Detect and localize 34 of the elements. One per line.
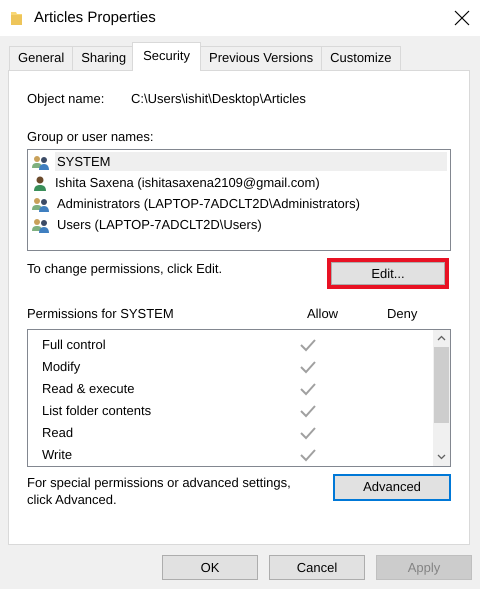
advanced-button[interactable]: Advanced (333, 474, 451, 500)
permission-name: Read & execute (41, 380, 136, 398)
dialog-button[interactable]: Cancel (269, 555, 365, 580)
tab[interactable]: General (9, 46, 74, 70)
object-name-value: C:\Users\ishit\Desktop\Articles (131, 90, 306, 108)
permissions-label: Permissions for SYSTEM (27, 305, 175, 323)
tab[interactable]: Customize (321, 46, 401, 70)
user-group-icon (32, 154, 50, 170)
tab[interactable]: Security (132, 42, 202, 71)
user-item[interactable]: SYSTEM (55, 152, 447, 172)
column-header: Allow (307, 305, 340, 323)
permission-name: Full control (41, 336, 107, 354)
user-icon (32, 174, 48, 190)
scroll-up-icon[interactable] (437, 335, 446, 341)
change-hint: To change permissions, click Edit. (27, 260, 222, 278)
permission-name: List folder contents (41, 402, 152, 420)
folder-icon (10, 10, 23, 26)
user-item[interactable]: Users (LAPTOP-7ADCLT2D\Users) (55, 214, 447, 234)
user-group-icon (32, 196, 50, 212)
advanced-hint: For special permissions or advanced settings, click Advanced. (27, 474, 292, 508)
user-item[interactable]: Administrators (LAPTOP-7ADCLT2D\Administrators) (55, 194, 447, 214)
close-button[interactable] (453, 9, 471, 27)
group-label: Group or user names: (27, 128, 154, 146)
scrollbar[interactable] (433, 330, 450, 466)
permission-name: Read (41, 424, 74, 442)
user-item[interactable]: Ishita Saxena (ishitasaxena2109@gmail.com) (53, 172, 447, 192)
dialog-button[interactable]: OK (162, 555, 258, 580)
scroll-down-icon[interactable] (437, 454, 446, 460)
object-name-label: Object name: (27, 90, 106, 108)
window-title: Articles Properties (34, 8, 157, 28)
permission-name: Write (41, 446, 74, 464)
column-header: Deny (387, 305, 418, 323)
permission-name: Modify (41, 358, 82, 376)
user-group-icon (32, 216, 50, 232)
